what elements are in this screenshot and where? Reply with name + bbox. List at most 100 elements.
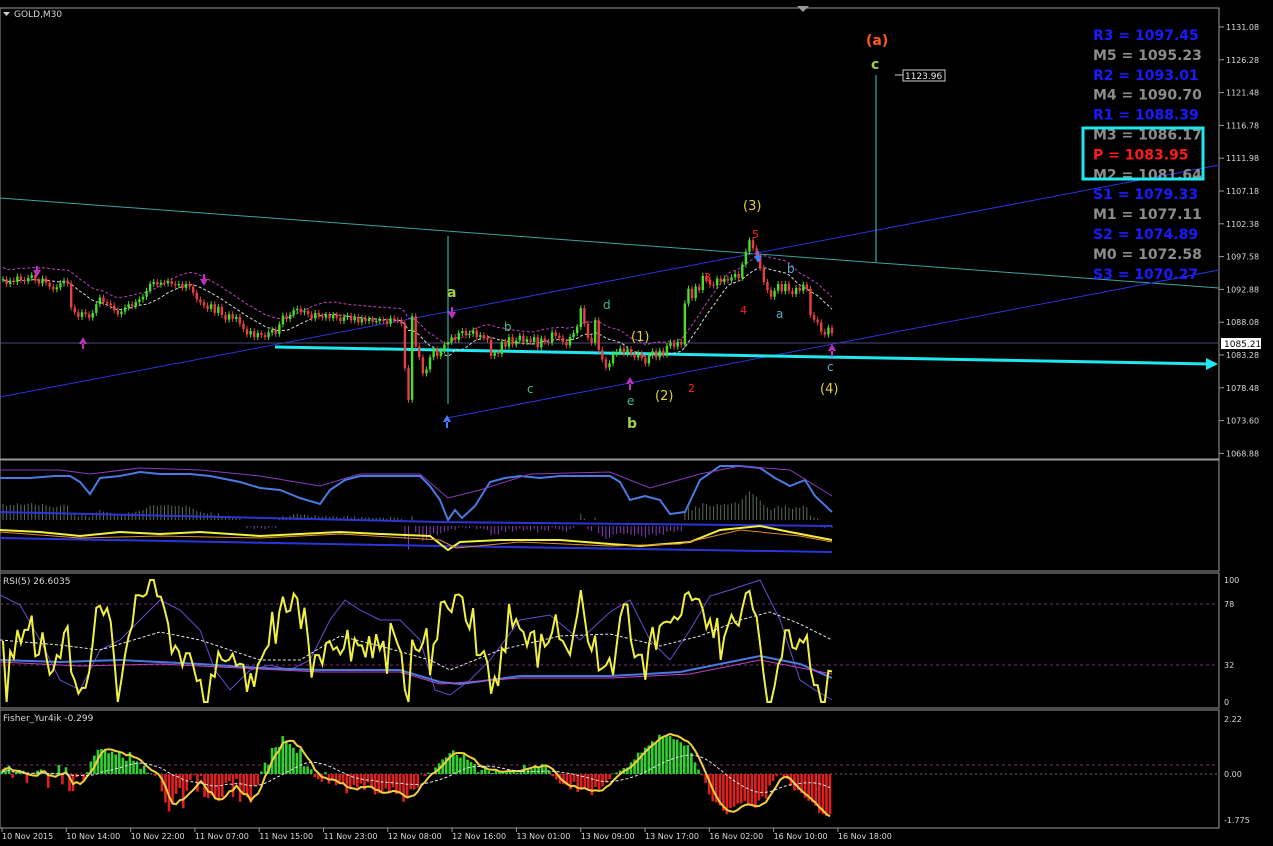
candle-body — [281, 315, 285, 325]
fisher-bar — [754, 774, 757, 808]
wave-label-2: (2) — [655, 389, 673, 404]
candle-body — [633, 353, 636, 358]
candle-body — [665, 345, 669, 355]
fisher-panel[interactable]: Fisher_Yur4ik -0.299 2.22 0.00 -1.775 — [0, 709, 1250, 829]
candle-body — [482, 335, 486, 338]
candle-body — [353, 316, 356, 321]
fisher-bar — [423, 774, 427, 777]
candle-body — [148, 283, 152, 291]
candle-body — [400, 320, 403, 324]
fisher-bar — [491, 772, 494, 774]
candle-body — [823, 331, 827, 335]
fisher-bar — [189, 774, 192, 780]
fisher-bar — [302, 766, 306, 774]
pivot-level-label: S3 = 1070.27 — [1093, 267, 1198, 283]
fisher-bar — [231, 774, 235, 798]
fisher-tick-label: 0.00 — [1224, 770, 1242, 779]
rsi-panel[interactable]: RSI(5) 26.6035 100 78 32 0 — [0, 572, 1239, 709]
candle-body — [410, 316, 414, 400]
fisher-bar — [732, 774, 736, 807]
fisher-bar — [110, 751, 114, 774]
candle-body — [26, 277, 30, 282]
candle-body — [303, 310, 306, 313]
candle-body — [809, 288, 812, 315]
fisher-bar — [743, 774, 747, 801]
candle-body — [622, 348, 626, 354]
candle-body — [141, 296, 145, 300]
candle-body — [802, 284, 805, 291]
candle-body — [507, 337, 511, 347]
fisher-bar — [825, 774, 828, 817]
candle-body — [375, 321, 378, 323]
fisher-bar — [373, 774, 377, 795]
wave-label-sub-b2: b — [787, 262, 795, 276]
fisher-bar — [178, 774, 181, 789]
time-tick-label: 11 Nov 07:00 — [195, 832, 249, 841]
candle-body — [522, 335, 525, 342]
fisher-tick-label: 2.22 — [1224, 715, 1242, 724]
candle-body — [529, 339, 532, 342]
candle-body — [816, 319, 819, 323]
rsi-tick-label: 0 — [1224, 698, 1229, 707]
candle-body — [565, 341, 568, 346]
candle-body — [593, 320, 597, 343]
fisher-bar — [132, 760, 135, 774]
candle-body — [827, 327, 830, 335]
fisher-bar — [260, 771, 263, 774]
candle-body — [73, 307, 76, 313]
candle-body — [113, 305, 116, 311]
candle-body — [12, 280, 15, 282]
candle-body — [396, 319, 399, 321]
price-tick-label: 1116.78 — [1226, 121, 1259, 130]
candle-body — [558, 335, 561, 338]
candle-body — [425, 369, 428, 374]
fisher-bar — [313, 774, 317, 778]
fisher-bar — [402, 774, 405, 802]
candle-body — [568, 337, 572, 346]
fisher-bar — [693, 762, 697, 774]
rsi-title: RSI(5) 26.6035 — [3, 577, 70, 587]
candle-body — [820, 322, 823, 332]
candle-body — [202, 302, 206, 306]
candle-body — [737, 273, 740, 278]
fisher-bar — [686, 745, 690, 774]
fisher-bar — [821, 774, 825, 815]
candle-body — [19, 276, 23, 280]
candle-body — [270, 329, 274, 333]
fisher-title: Fisher_Yur4ik -0.299 — [3, 714, 94, 724]
candle-body — [116, 310, 120, 315]
candle-body — [471, 330, 475, 334]
candle-body — [371, 318, 374, 322]
candle-body — [55, 287, 59, 290]
candle-body — [586, 323, 590, 338]
candle-body — [213, 304, 216, 313]
candle-body — [306, 310, 310, 315]
candle-body — [662, 350, 665, 355]
time-tick-label: 10 Nov 22:00 — [131, 832, 185, 841]
candle-body — [44, 278, 48, 283]
candle-body — [242, 323, 245, 330]
fisher-bar — [356, 774, 359, 788]
candle-body — [23, 279, 26, 282]
trading-chart[interactable]: 1131.08 1126.28 1121.48 1116.78 1111.98 1107.… — [0, 0, 1273, 846]
time-tick-label: 13 Nov 09:00 — [581, 832, 635, 841]
candle-body — [134, 302, 137, 307]
candle-body — [123, 307, 127, 312]
fisher-bar — [149, 773, 153, 774]
candle-body — [87, 314, 91, 318]
candle-body — [292, 310, 295, 315]
time-tick-label: 16 Nov 18:00 — [838, 832, 892, 841]
candle-body — [389, 318, 392, 324]
time-tick-label: 11 Nov 23:00 — [324, 832, 378, 841]
fisher-bar — [476, 772, 480, 774]
candle-body — [66, 280, 69, 284]
fisher-bar — [679, 742, 683, 774]
price-panel[interactable]: 1131.08 1126.28 1121.48 1116.78 1111.98 1107.… — [0, 6, 1261, 460]
candle-body — [468, 333, 471, 336]
fisher-bar — [217, 774, 221, 802]
oscillator-panel[interactable] — [0, 459, 1220, 572]
candle-body — [694, 286, 697, 299]
fisher-bar — [661, 736, 665, 774]
price-tick-label: 1131.08 — [1226, 23, 1259, 32]
candle-body — [62, 280, 66, 284]
